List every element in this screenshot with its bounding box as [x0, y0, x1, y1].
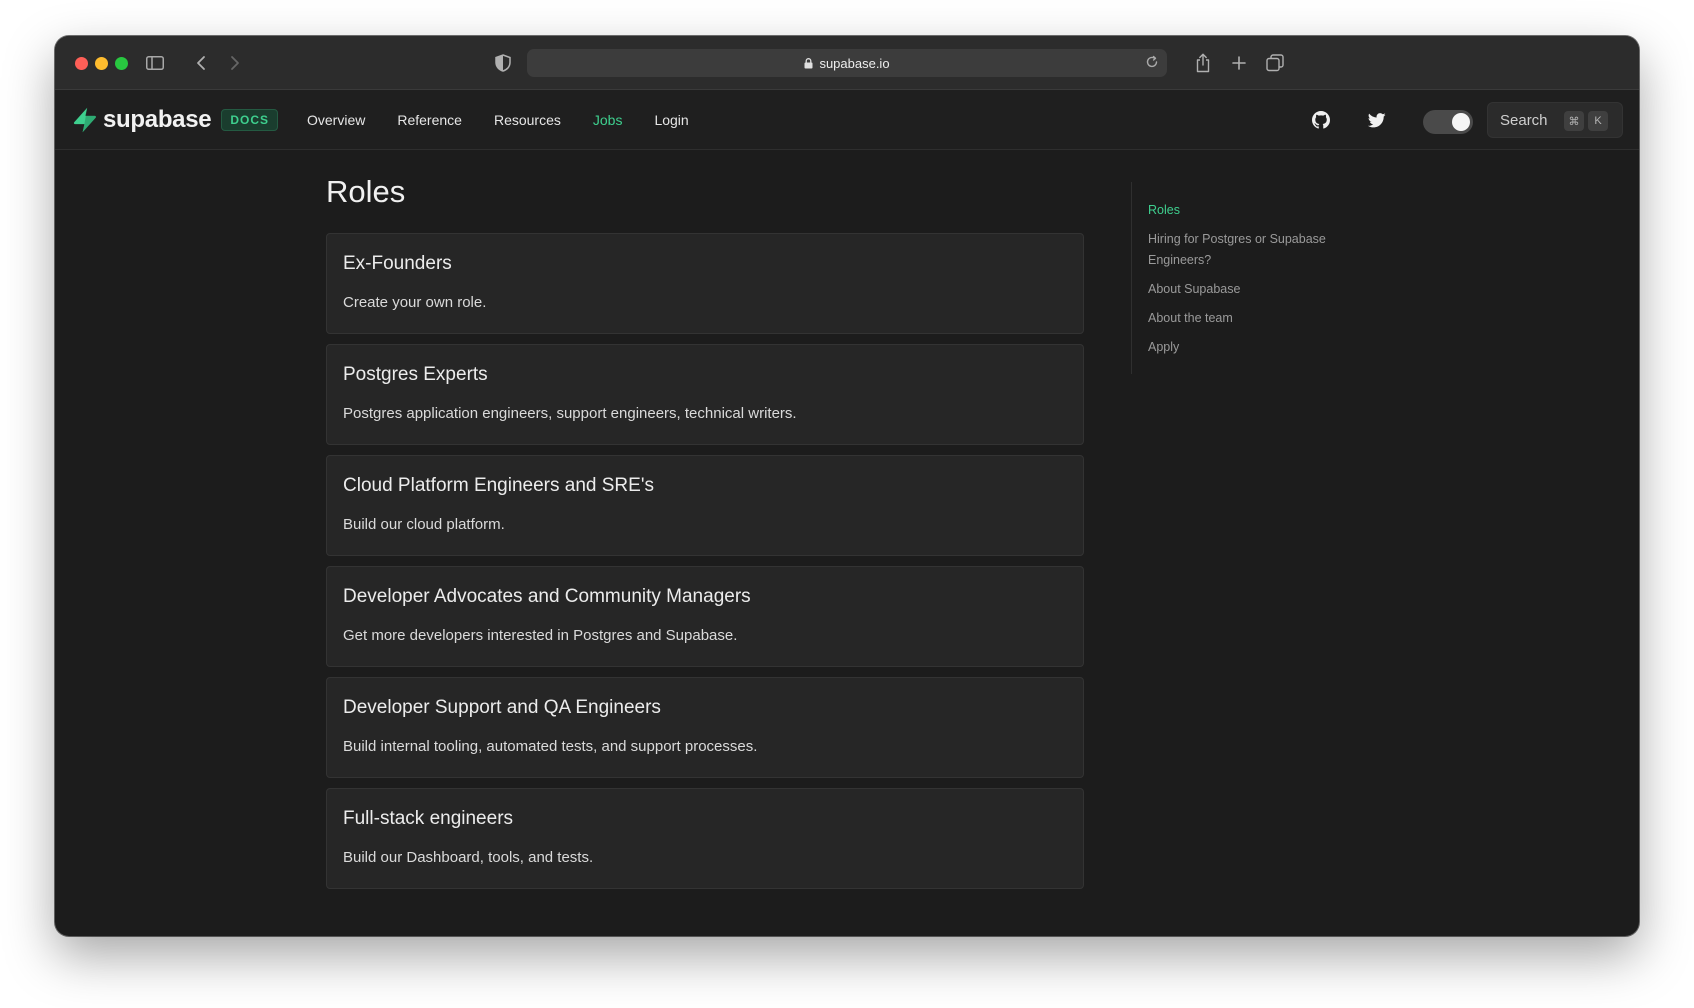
toc-item-hiring[interactable]: Hiring for Postgres or Supabase Engineer…	[1148, 229, 1361, 271]
toc-item-roles[interactable]: Roles	[1148, 200, 1361, 221]
new-tab-icon[interactable]	[1225, 49, 1253, 77]
role-card-cloud-platform[interactable]: Cloud Platform Engineers and SRE's Build…	[326, 455, 1084, 556]
zoom-window-button[interactable]	[115, 57, 128, 70]
lock-icon	[804, 57, 813, 69]
roles-list: Ex-Founders Create your own role. Postgr…	[326, 233, 1084, 899]
role-title: Cloud Platform Engineers and SRE's	[343, 475, 654, 496]
nav-link-login[interactable]: Login	[654, 112, 688, 128]
table-of-contents: Roles Hiring for Postgres or Supabase En…	[1131, 182, 1361, 374]
close-window-button[interactable]	[75, 57, 88, 70]
page-title: Roles	[326, 174, 406, 209]
toc-item-about-team[interactable]: About the team	[1148, 308, 1361, 329]
browser-window: supabase.io supabase DOCS Overview Refer…	[55, 36, 1639, 936]
search-shortcut-k: K	[1588, 111, 1608, 131]
toc-item-apply[interactable]: Apply	[1148, 337, 1361, 358]
toc-item-about-supabase[interactable]: About Supabase	[1148, 279, 1361, 300]
supabase-bolt-icon	[73, 107, 96, 133]
nav-link-reference[interactable]: Reference	[397, 112, 462, 128]
role-card-developer-support[interactable]: Developer Support and QA Engineers Build…	[326, 677, 1084, 778]
main-nav: Overview Reference Resources Jobs Login	[307, 112, 721, 128]
share-icon[interactable]	[1189, 49, 1217, 77]
role-title: Developer Support and QA Engineers	[343, 697, 661, 718]
role-description: Get more developers interested in Postgr…	[343, 627, 738, 644]
nav-link-overview[interactable]: Overview	[307, 112, 365, 128]
back-icon[interactable]	[187, 49, 215, 77]
role-description: Build internal tooling, automated tests,…	[343, 738, 758, 755]
role-card-developer-advocates[interactable]: Developer Advocates and Community Manage…	[326, 566, 1084, 667]
privacy-shield-icon[interactable]	[489, 49, 517, 77]
role-title: Developer Advocates and Community Manage…	[343, 586, 751, 607]
logo-wordmark: supabase	[103, 106, 212, 133]
role-title: Full-stack engineers	[343, 808, 514, 829]
site-header: supabase DOCS Overview Reference Resourc…	[55, 90, 1639, 150]
role-description: Build our cloud platform.	[343, 516, 505, 533]
browser-titlebar: supabase.io	[55, 36, 1639, 90]
role-description: Create your own role.	[343, 294, 487, 311]
github-icon[interactable]	[1309, 108, 1333, 132]
role-card-ex-founders[interactable]: Ex-Founders Create your own role.	[326, 233, 1084, 334]
role-title: Postgres Experts	[343, 364, 488, 385]
search-button[interactable]: Search ⌘ K	[1487, 102, 1623, 138]
theme-toggle-knob	[1452, 113, 1470, 131]
role-description: Build our Dashboard, tools, and tests.	[343, 849, 594, 866]
theme-toggle[interactable]	[1423, 110, 1473, 134]
search-label: Search	[1500, 111, 1548, 129]
twitter-icon[interactable]	[1365, 108, 1389, 132]
search-shortcut-cmd: ⌘	[1564, 111, 1584, 131]
docs-badge: DOCS	[221, 109, 278, 131]
minimize-window-button[interactable]	[95, 57, 108, 70]
nav-link-jobs[interactable]: Jobs	[593, 112, 623, 128]
tab-overview-icon[interactable]	[1261, 49, 1289, 77]
address-bar[interactable]: supabase.io	[527, 49, 1167, 77]
role-description: Postgres application engineers, support …	[343, 405, 797, 422]
role-card-full-stack[interactable]: Full-stack engineers Build our Dashboard…	[326, 788, 1084, 889]
sidebar-toggle-icon[interactable]	[141, 49, 169, 77]
role-card-postgres-experts[interactable]: Postgres Experts Postgres application en…	[326, 344, 1084, 445]
nav-link-resources[interactable]: Resources	[494, 112, 561, 128]
supabase-logo[interactable]: supabase DOCS	[71, 106, 278, 134]
url-text: supabase.io	[819, 55, 890, 71]
role-title: Ex-Founders	[343, 253, 452, 274]
reload-icon[interactable]	[1145, 55, 1159, 69]
forward-icon[interactable]	[221, 49, 249, 77]
